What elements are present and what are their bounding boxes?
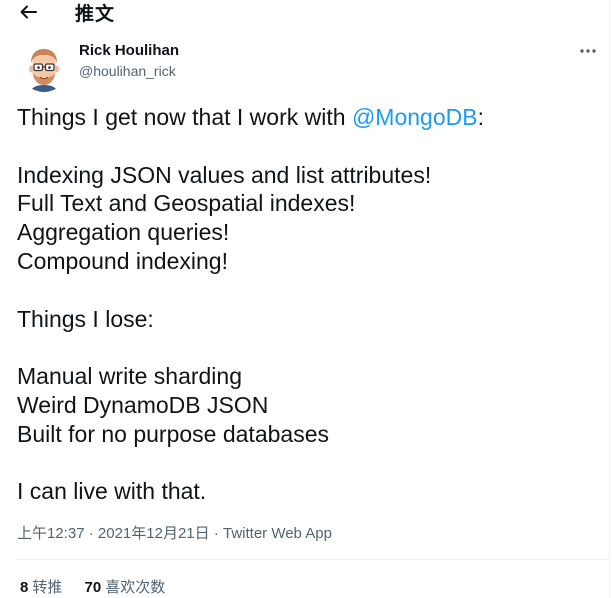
mention-link[interactable]: @MongoDB — [352, 104, 478, 130]
likes-stat[interactable]: 70 喜欢次数 — [85, 579, 166, 596]
tweet-text: Things I get now that I work with @Mongo… — [17, 103, 602, 506]
loses-item: Manual write sharding — [17, 363, 243, 390]
author-name[interactable]: Rick Houlihan — [79, 42, 179, 59]
divider — [16, 559, 609, 560]
retweets-stat[interactable]: 8 转推 — [20, 579, 62, 596]
tweet-line-intro: Things I get now that I work with @Mongo… — [17, 103, 602, 132]
gets-item: Indexing JSON values and list attributes… — [17, 161, 432, 188]
more-horizontal-icon — [580, 49, 596, 53]
loses-item: Weird DynamoDB JSON — [17, 391, 269, 418]
tweet-meta: 上午12:37 · 2021年12月21日 · Twitter Web App — [17, 522, 332, 543]
tweet-intro-text: Things I get now that I work with — [17, 104, 352, 130]
back-button[interactable] — [16, 2, 40, 22]
more-options-button[interactable] — [574, 40, 602, 60]
page-header: 推文 — [0, 0, 609, 26]
tweet-time[interactable]: 上午12:37 — [17, 525, 85, 542]
tweet-source[interactable]: Twitter Web App — [223, 525, 332, 542]
closing-line: I can live with that. — [17, 478, 207, 505]
gets-item: Compound indexing! — [17, 247, 228, 274]
meta-separator: · — [209, 525, 223, 542]
gets-item: Full Text and Geospatial indexes! — [17, 190, 356, 217]
cartoon-avatar-icon — [20, 44, 68, 92]
tweet-stats: 8 转推 70 喜欢次数 — [20, 576, 183, 597]
meta-separator: · — [84, 525, 98, 542]
likes-count: 70 — [84, 579, 102, 596]
page-title: 推文 — [75, 3, 116, 25]
author-handle[interactable]: @houlihan_rick — [79, 63, 176, 79]
avatar[interactable] — [20, 44, 68, 92]
retweets-label: 转推 — [32, 579, 63, 596]
retweets-count: 8 — [20, 579, 29, 596]
arrow-left-icon — [20, 5, 37, 19]
lose-heading: Things I lose: — [17, 305, 154, 332]
tweet-date[interactable]: 2021年12月21日 — [98, 525, 210, 542]
gets-item: Aggregation queries! — [17, 219, 230, 246]
loses-item: Built for no purpose databases — [17, 420, 329, 447]
column-divider — [609, 0, 610, 598]
likes-label: 喜欢次数 — [105, 579, 166, 596]
tweet-intro-suffix: : — [477, 104, 484, 130]
